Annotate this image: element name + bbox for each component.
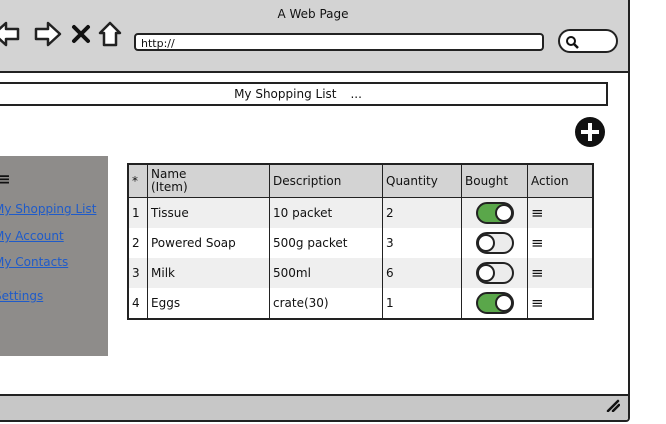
tab-suffix: ... — [350, 87, 362, 101]
table-row: 3 Milk 500ml 6 ≡ — [127, 258, 593, 288]
row-bought — [461, 288, 528, 319]
browser-window: A Web Page http:// My Shopping List... ≡ — [0, 0, 630, 422]
page-tab[interactable]: My Shopping List... — [0, 82, 608, 106]
toggle-knob — [476, 264, 495, 282]
resize-grip-icon[interactable] — [604, 397, 621, 416]
search-box[interactable] — [558, 29, 618, 53]
row-description: 500g packet — [269, 228, 383, 258]
bought-toggle[interactable] — [475, 202, 514, 224]
sidebar-item-my-contacts[interactable]: My Contacts — [0, 255, 68, 269]
row-name: Powered Soap — [147, 228, 270, 258]
row-quantity: 6 — [382, 258, 462, 288]
tab-label: My Shopping List — [234, 87, 337, 101]
header-quantity: Quantity — [382, 164, 462, 198]
sidebar: ≡ My Shopping List My Account My Contact… — [0, 156, 108, 356]
header-index: * — [127, 164, 148, 198]
row-name: Eggs — [147, 288, 270, 319]
row-menu-icon[interactable]: ≡ — [527, 288, 593, 319]
toggle-knob — [494, 204, 513, 222]
search-icon[interactable] — [565, 35, 579, 49]
row-quantity: 2 — [382, 197, 462, 228]
row-bought — [461, 228, 528, 258]
header-action: Action — [527, 164, 593, 198]
row-index: 4 — [127, 288, 148, 319]
header-name-line1: Name — [151, 167, 187, 181]
table-header-row: * Name (Item) Description Quantity Bought… — [127, 164, 593, 198]
status-bar — [0, 394, 628, 420]
row-bought — [461, 258, 528, 288]
row-index: 2 — [127, 228, 148, 258]
row-quantity: 1 — [382, 288, 462, 319]
add-item-button[interactable] — [574, 116, 606, 148]
row-name: Milk — [147, 258, 270, 288]
hamburger-icon[interactable]: ≡ — [0, 170, 11, 188]
toggle-knob — [494, 294, 513, 312]
table-row: 1 Tissue 10 packet 2 ≡ — [127, 197, 593, 228]
bought-toggle[interactable] — [475, 262, 514, 284]
table-row: 2 Powered Soap 500g packet 3 ≡ — [127, 228, 593, 258]
row-quantity: 3 — [382, 228, 462, 258]
row-menu-icon[interactable]: ≡ — [527, 228, 593, 258]
url-bar[interactable]: http:// — [134, 33, 544, 51]
shopping-list-table: * Name (Item) Description Quantity Bought… — [127, 163, 594, 320]
toggle-knob — [476, 234, 495, 252]
sidebar-item-settings[interactable]: Settings — [0, 289, 43, 303]
close-icon[interactable] — [71, 24, 91, 48]
window-title: A Web Page — [277, 7, 349, 21]
arrow-right-icon[interactable] — [34, 21, 62, 51]
row-description: 500ml — [269, 258, 383, 288]
row-menu-icon[interactable]: ≡ — [527, 258, 593, 288]
row-description: crate(30) — [269, 288, 383, 319]
bought-toggle[interactable] — [475, 232, 514, 254]
arrow-left-icon[interactable] — [0, 21, 20, 51]
home-icon[interactable] — [98, 21, 122, 51]
bought-toggle[interactable] — [475, 292, 514, 314]
header-name: Name (Item) — [147, 164, 270, 198]
header-description: Description — [269, 164, 383, 198]
row-index: 3 — [127, 258, 148, 288]
header-name-line2: (Item) — [151, 180, 188, 194]
header-bought: Bought — [461, 164, 528, 198]
sidebar-item-my-account[interactable]: My Account — [0, 229, 64, 243]
sidebar-item-my-shopping-list[interactable]: My Shopping List — [0, 202, 96, 216]
title-bar: A Web Page http:// — [0, 0, 628, 73]
row-menu-icon[interactable]: ≡ — [527, 197, 593, 228]
table-row: 4 Eggs crate(30) 1 ≡ — [127, 288, 593, 319]
row-index: 1 — [127, 197, 148, 228]
row-bought — [461, 197, 528, 228]
row-description: 10 packet — [269, 197, 383, 228]
plus-circle-icon — [575, 117, 605, 147]
row-name: Tissue — [147, 197, 270, 228]
